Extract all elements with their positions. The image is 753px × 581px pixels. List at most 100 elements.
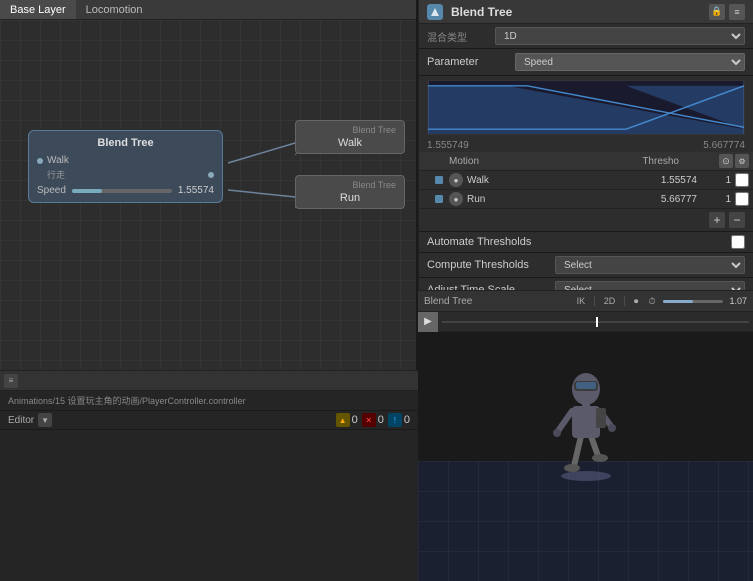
playback-title: Blend Tree (424, 296, 472, 307)
speed-label: Speed (37, 185, 66, 196)
status-icons: ▲ 0 ✕ 0 ! 0 (336, 413, 410, 427)
blend-tree-main-node[interactable]: Blend Tree Walk 行走 Speed 1.555 (28, 130, 223, 203)
normalize-icon[interactable]: ⊙ (719, 154, 733, 168)
walk-motion-dot[interactable]: ● (449, 173, 463, 187)
parameter-select[interactable]: Speed (515, 53, 745, 71)
warning-count: 0 (352, 414, 358, 426)
walk-motion-icon (435, 176, 443, 184)
rp-header-left: Blend Tree (427, 4, 512, 20)
blend-tree-title: Blend Tree (37, 137, 214, 149)
motion-header-icons: ⊙ ⚙ (709, 154, 749, 168)
run-motion-dot[interactable]: ● (449, 192, 463, 206)
error-count: 0 (378, 414, 384, 426)
graph-area[interactable]: Blend Tree Walk 行走 Speed 1.555 (0, 20, 416, 370)
ik-button[interactable]: IK (575, 296, 588, 306)
walk-threshold[interactable]: 1.55574 (637, 175, 697, 186)
compute-row: Compute Thresholds Select Speed Velocity… (419, 253, 753, 278)
rp-header-right: 🔒 ≡ (709, 4, 745, 20)
blend-graph-viz (427, 80, 745, 135)
timeline-line[interactable] (442, 321, 749, 323)
preview-panel (418, 332, 753, 581)
editor-dropdown[interactable]: ▼ (38, 413, 52, 427)
expand-icon[interactable]: ≡ (4, 374, 18, 388)
run-check[interactable] (735, 192, 749, 206)
speed-slider[interactable] (72, 189, 172, 193)
add-motion-button[interactable]: + (709, 212, 725, 228)
run-node-label: Run (304, 192, 396, 204)
remove-motion-button[interactable]: − (729, 212, 745, 228)
mix-type-select[interactable]: 1D 2D Simple Directional 2D Freeform Dir… (495, 27, 745, 45)
walk-num: 1 (701, 175, 731, 186)
range-max: 5.667774 (703, 140, 745, 151)
pb-sep2: | (623, 296, 626, 307)
animator-panel: Blend Tree Walk 行走 Speed 1.555 (0, 0, 416, 370)
bottom-panel: ≡ Animations/15 设置玩主角的动画/PlayerControlle… (0, 370, 418, 581)
walk-dot (37, 158, 43, 164)
bottom-tabs: ≡ (0, 371, 418, 391)
editor-label: Editor (8, 415, 34, 426)
walk-check[interactable] (735, 173, 749, 187)
automate-row: Automate Thresholds (419, 232, 753, 253)
right-panel: Blend Tree 🔒 ≡ 混合类型 1D 2D Simple Directi… (418, 0, 753, 310)
playback-bar: Blend Tree IK | 2D | ⏺ ⏱ 1.07 (418, 290, 753, 312)
rp-title: Blend Tree (451, 5, 512, 19)
character-svg (536, 351, 636, 481)
graph-range: 1.555749 5.667774 (419, 139, 753, 152)
tab-base-layer-label: Base Layer (10, 4, 66, 16)
run-threshold[interactable]: 5.66777 (637, 194, 697, 205)
speed-row: Speed 1.55574 (37, 185, 214, 196)
pb-sep1: | (593, 296, 596, 307)
compute-select[interactable]: Select Speed Velocity X Velocity Y (555, 256, 745, 274)
play-button[interactable]: ▶ (418, 312, 438, 332)
range-min: 1.555749 (427, 140, 469, 151)
clock-icon[interactable]: ⏱ (646, 296, 657, 307)
error-icon: ✕ (362, 413, 376, 427)
timeline-cursor[interactable] (596, 317, 598, 327)
rp-header: Blend Tree 🔒 ≡ (419, 0, 753, 24)
add-remove-row: + − (419, 209, 753, 232)
walk-node-label: Walk (304, 137, 396, 149)
record-icon[interactable]: ⏺ (632, 296, 641, 307)
motion-table-header: Motion Thresho ⊙ ⚙ (419, 152, 753, 171)
settings-icon[interactable]: ⚙ (735, 154, 749, 168)
warning-badge: ▲ 0 (336, 413, 358, 427)
threshold-col-header: Thresho (619, 156, 679, 167)
compute-label: Compute Thresholds (427, 259, 547, 271)
walk-motion-row[interactable]: ● Walk 1.55574 1 (419, 171, 753, 190)
automate-checkbox[interactable] (731, 235, 745, 249)
timeline-bar: ▶ (418, 312, 753, 332)
run-motion-icon (435, 195, 443, 203)
run-conn-label: Blend Tree (304, 180, 396, 190)
run-sub-node[interactable]: Blend Tree Run (295, 175, 405, 209)
info-count: 0 (404, 414, 410, 426)
mix-type-row: 混合类型 1D 2D Simple Directional 2D Freefor… (419, 24, 753, 49)
walk-sub-node[interactable]: Blend Tree Walk (295, 120, 405, 154)
run-num: 1 (701, 194, 731, 205)
mix-type-label: 混合类型 (427, 29, 487, 44)
parameter-label: Parameter (427, 56, 507, 68)
info-icon: ! (388, 413, 402, 427)
run-motion-row[interactable]: ● Run 5.66777 1 (419, 190, 753, 209)
info-badge: ! 0 (388, 413, 410, 427)
walk-conn-label: Blend Tree (304, 125, 396, 135)
warning-icon: ▲ (336, 413, 350, 427)
pb-speed-slider[interactable] (663, 300, 723, 303)
blend-tree-icon (427, 4, 443, 20)
character-silhouette (536, 351, 636, 481)
walk-param-row: Walk (37, 155, 214, 166)
twod-button[interactable]: 2D (602, 296, 618, 306)
tab-locomotion-label: Locomotion (86, 4, 143, 16)
speed-value: 1.55574 (178, 185, 214, 196)
parameter-row: Parameter Speed (419, 49, 753, 76)
walk-out-dot (208, 172, 214, 178)
walk-zh-row: 行走 (37, 168, 214, 181)
menu-button[interactable]: ≡ (729, 4, 745, 20)
automate-label: Automate Thresholds (427, 236, 723, 248)
tab-locomotion[interactable]: Locomotion (76, 0, 153, 19)
lock-button[interactable]: 🔒 (709, 4, 725, 20)
tab-bar: Base Layer Locomotion (0, 0, 416, 20)
walk-label: Walk (47, 155, 69, 166)
tab-base-layer[interactable]: Base Layer (0, 0, 76, 19)
error-badge: ✕ 0 (362, 413, 384, 427)
motion-col-header: Motion (423, 156, 619, 167)
